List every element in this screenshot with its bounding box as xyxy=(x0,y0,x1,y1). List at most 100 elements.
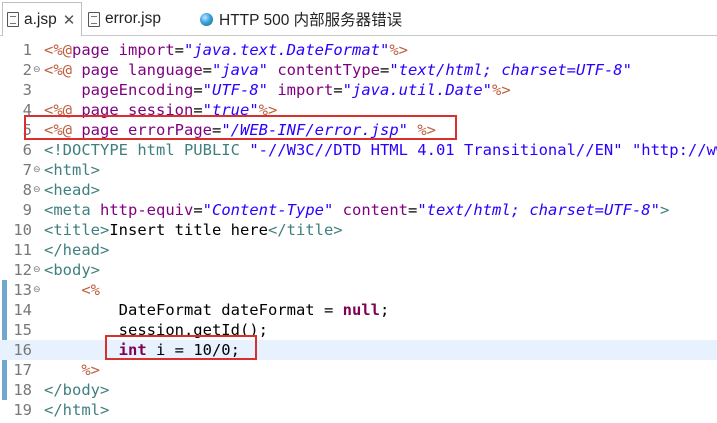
line-number: 2 xyxy=(22,61,32,79)
code-line[interactable]: 10 <title>Insert title here</title> xyxy=(0,220,717,240)
code-token: pageEncoding xyxy=(81,81,194,99)
line-code: <%@ page language="java" contentType="te… xyxy=(44,60,632,80)
code-token: %> xyxy=(389,41,408,59)
code-token: <head> xyxy=(44,181,100,199)
code-token: <%@ xyxy=(44,61,82,79)
code-token: </title> xyxy=(267,221,343,239)
code-token: page xyxy=(81,61,128,79)
jsp-file-icon xyxy=(7,12,19,27)
fold-toggle-icon[interactable]: ⊖ xyxy=(33,280,41,300)
code-token: = xyxy=(202,61,212,79)
line-number: 10 xyxy=(13,221,32,239)
line-code: </head> xyxy=(44,240,109,260)
code-line[interactable]: 13 ⊖ <% xyxy=(0,280,717,300)
line-code: <!DOCTYPE html PUBLIC "-//W3C//DTD HTML … xyxy=(44,140,717,160)
code-token: <title> xyxy=(44,221,110,239)
code-token: "java" xyxy=(212,61,268,79)
line-number: 3 xyxy=(22,81,32,99)
code-editor[interactable]: 1 <%@page import="java.text.DateFormat"%>… xyxy=(0,36,717,423)
code-line[interactable]: 18 </body> xyxy=(0,380,717,400)
tab-error-jsp[interactable]: error.jsp xyxy=(88,5,161,33)
tab-http-500[interactable]: HTTP 500 内部服务器错误 xyxy=(200,5,402,33)
code-token: = xyxy=(193,81,203,99)
code-line[interactable]: 8 ⊖ <head> xyxy=(0,180,717,200)
line-code: <head> xyxy=(44,180,100,200)
code-token: DateFormat dateFormat = xyxy=(44,301,343,319)
code-token: "text/html; charset=UTF-8" xyxy=(389,61,632,79)
code-token: <%@ xyxy=(44,41,72,59)
code-token: "Content-Type" xyxy=(202,201,334,219)
line-code: %> xyxy=(44,360,100,380)
code-token: "java.text.DateFormat" xyxy=(184,41,390,59)
line-code: DateFormat dateFormat = null; xyxy=(44,300,390,320)
line-code: </body> xyxy=(44,380,109,400)
code-line[interactable]: 6 <!DOCTYPE html PUBLIC "-//W3C//DTD HTML… xyxy=(0,140,717,160)
code-token: "http://www. xyxy=(631,141,717,159)
code-token: </body> xyxy=(44,381,110,399)
code-token: import xyxy=(118,41,175,59)
tab-label: error.jsp xyxy=(105,10,161,27)
tab-label: HTTP 500 内部服务器错误 xyxy=(219,12,403,29)
line-code: <body> xyxy=(44,260,100,280)
code-token: = xyxy=(380,61,390,79)
code-token: <!DOCTYPE html PUBLIC xyxy=(44,141,250,159)
line-number: 18 xyxy=(13,381,32,399)
code-line[interactable]: 3 pageEncoding="UTF-8" import="java.util… xyxy=(0,80,717,100)
line-code: <%@page import="java.text.DateFormat"%> xyxy=(44,40,408,60)
code-token: http-equiv xyxy=(100,201,194,219)
code-token: = xyxy=(174,41,185,59)
editor-tab-bar: a.jsp ✕ error.jsp HTTP 500 内部服务器错误 xyxy=(0,0,717,36)
code-line[interactable]: 12 ⊖ <body> xyxy=(0,260,717,280)
highlight-box-error-page xyxy=(24,115,457,140)
line-number: 12 xyxy=(13,261,32,279)
line-number: 1 xyxy=(22,41,32,59)
highlight-box-division xyxy=(105,335,257,360)
close-icon[interactable]: ✕ xyxy=(63,11,76,29)
code-line[interactable]: 7 ⊖ <html> xyxy=(0,160,717,180)
tab-a-jsp[interactable]: a.jsp ✕ xyxy=(2,2,83,36)
line-code: <html> xyxy=(44,160,100,180)
code-line[interactable]: 19 </html> xyxy=(0,400,717,420)
code-token: null xyxy=(342,301,380,319)
code-token: = xyxy=(408,201,418,219)
line-number: 15 xyxy=(13,321,32,339)
line-number: 9 xyxy=(22,201,32,219)
tab-label: a.jsp xyxy=(24,10,57,28)
code-token: <% xyxy=(81,281,100,299)
code-token: > xyxy=(659,201,670,219)
code-line[interactable]: 14 DateFormat dateFormat = null; xyxy=(0,300,717,320)
code-line[interactable]: 1 <%@page import="java.text.DateFormat"%> xyxy=(0,40,717,60)
line-code: <title>Insert title here</title> xyxy=(44,220,343,240)
code-token: </head> xyxy=(44,241,110,259)
code-token: <body> xyxy=(44,261,100,279)
code-token: "text/html; charset=UTF-8" xyxy=(417,201,660,219)
fold-toggle-icon[interactable]: ⊖ xyxy=(33,180,41,200)
line-number: 14 xyxy=(13,301,32,319)
fold-toggle-icon[interactable]: ⊖ xyxy=(33,160,41,180)
code-token: <meta xyxy=(44,201,100,219)
line-number: 8 xyxy=(22,181,32,199)
line-number: 11 xyxy=(13,241,32,259)
globe-icon xyxy=(200,12,213,26)
jsp-file-icon xyxy=(88,11,100,27)
line-number: 19 xyxy=(13,401,32,419)
code-line[interactable]: 9 <meta http-equiv="Content-Type" content… xyxy=(0,200,717,220)
code-token: = xyxy=(333,81,343,99)
line-code: </html> xyxy=(44,400,109,420)
code-token: language xyxy=(128,61,203,79)
line-number: 6 xyxy=(22,141,32,159)
line-number: 7 xyxy=(22,161,32,179)
code-token: %> xyxy=(491,81,511,99)
fold-toggle-icon[interactable]: ⊖ xyxy=(33,260,41,280)
line-code: <% xyxy=(44,280,100,300)
code-line[interactable]: 2 ⊖ <%@ page language="java" contentType="… xyxy=(0,60,717,80)
code-line[interactable]: 11 </head> xyxy=(0,240,717,260)
fold-toggle-icon[interactable]: ⊖ xyxy=(33,60,41,80)
code-line[interactable]: 17 %> xyxy=(0,360,717,380)
code-token: Insert title here xyxy=(109,221,268,239)
